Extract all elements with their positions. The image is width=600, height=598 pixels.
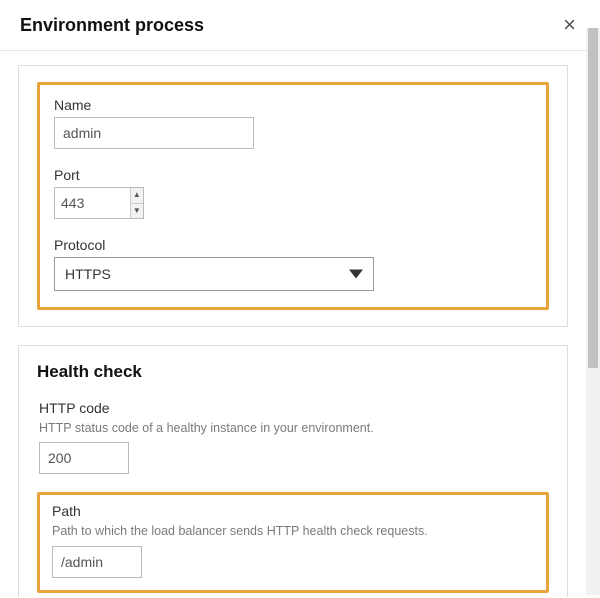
http-code-help: HTTP status code of a healthy instance i… bbox=[39, 420, 547, 436]
port-spinner: ▲ ▼ bbox=[130, 188, 143, 218]
process-highlight: Name Port ▲ ▼ Protocol HTTPS bbox=[37, 82, 549, 310]
process-panel: Name Port ▲ ▼ Protocol HTTPS bbox=[18, 65, 568, 327]
dialog-title: Environment process bbox=[20, 15, 204, 36]
path-label: Path bbox=[52, 503, 534, 519]
path-input[interactable] bbox=[52, 546, 142, 578]
port-field: Port ▲ ▼ bbox=[54, 167, 532, 219]
name-field: Name bbox=[54, 97, 532, 149]
chevron-down-icon bbox=[349, 270, 363, 279]
protocol-select[interactable]: HTTPS bbox=[54, 257, 374, 291]
port-step-down[interactable]: ▼ bbox=[131, 204, 143, 219]
name-label: Name bbox=[54, 97, 532, 113]
scrollbar-thumb[interactable] bbox=[588, 28, 598, 368]
http-code-field: HTTP code HTTP status code of a healthy … bbox=[39, 400, 547, 474]
dialog-header: Environment process × bbox=[0, 0, 600, 51]
http-code-input[interactable] bbox=[39, 442, 129, 474]
close-icon[interactable]: × bbox=[559, 14, 580, 36]
path-highlight: Path Path to which the load balancer sen… bbox=[37, 492, 549, 592]
port-input-text[interactable] bbox=[55, 188, 130, 218]
protocol-field: Protocol HTTPS bbox=[54, 237, 532, 291]
http-code-label: HTTP code bbox=[39, 400, 547, 416]
port-input[interactable]: ▲ ▼ bbox=[54, 187, 144, 219]
health-check-panel: Health check HTTP code HTTP status code … bbox=[18, 345, 568, 597]
port-step-up[interactable]: ▲ bbox=[131, 188, 143, 204]
path-field: Path Path to which the load balancer sen… bbox=[52, 503, 534, 577]
port-label: Port bbox=[54, 167, 532, 183]
dialog-body: Name Port ▲ ▼ Protocol HTTPS bbox=[0, 51, 586, 597]
name-input[interactable] bbox=[54, 117, 254, 149]
protocol-value: HTTPS bbox=[65, 266, 111, 282]
vertical-scrollbar[interactable] bbox=[586, 28, 600, 595]
protocol-label: Protocol bbox=[54, 237, 532, 253]
path-help: Path to which the load balancer sends HT… bbox=[52, 523, 534, 539]
health-check-title: Health check bbox=[37, 362, 549, 382]
